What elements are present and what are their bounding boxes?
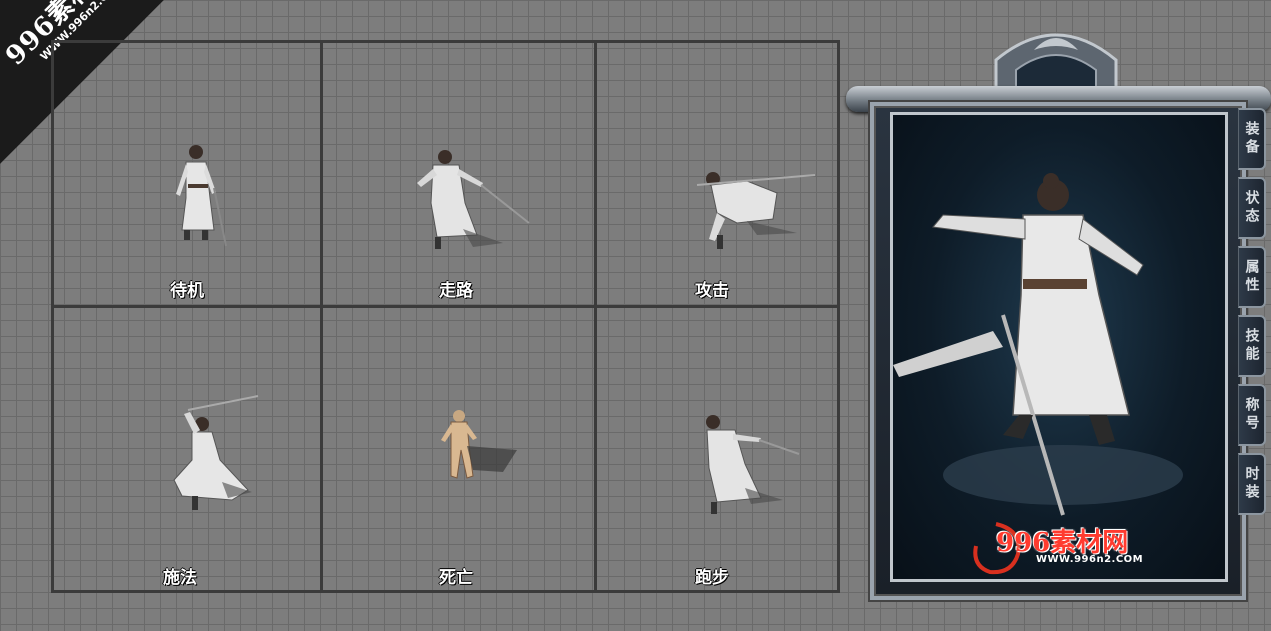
action-cell-idle[interactable]: 待机 [54, 43, 320, 305]
action-cell-walk[interactable]: 走路 [323, 43, 594, 305]
animation-board: 待机 走路 攻击 施法 死亡 跑步 [51, 40, 840, 593]
attack-sprite [696, 172, 816, 249]
cast-sprite [173, 395, 259, 510]
brand-logo: 996素材网 WWW.996n2.COM [966, 520, 1186, 580]
tab-status[interactable]: 状态 [1238, 177, 1266, 239]
action-cell-cast[interactable]: 施法 [54, 308, 320, 593]
tab-skills[interactable]: 技能 [1238, 315, 1266, 377]
action-label-die: 死亡 [439, 568, 473, 588]
action-label-idle: 待机 [170, 281, 204, 301]
action-label-attack: 攻击 [695, 281, 729, 301]
action-cell-attack[interactable]: 攻击 [597, 43, 840, 305]
action-label-walk: 走路 [439, 281, 473, 301]
tab-fashion[interactable]: 时装 [1238, 453, 1266, 515]
action-label-cast: 施法 [163, 568, 197, 588]
tab-titles[interactable]: 称号 [1238, 384, 1266, 446]
logo-url-text: WWW.996n2.COM [1036, 554, 1144, 565]
character-portrait [890, 112, 1228, 582]
idle-sprite [176, 145, 227, 247]
action-label-run: 跑步 [695, 568, 729, 588]
panel-tab-bar: 装备 状态 属性 技能 称号 时装 [1238, 108, 1268, 522]
action-cell-die[interactable]: 死亡 [323, 308, 594, 593]
tab-equipment[interactable]: 装备 [1238, 108, 1266, 170]
run-sprite [706, 415, 800, 514]
character-panel: 装备 状态 属性 技能 称号 时装 996素材网 WWW.996n2.COM [846, 20, 1271, 600]
walk-sprite [417, 150, 530, 249]
tab-attributes[interactable]: 属性 [1238, 246, 1266, 308]
die-sprite [441, 410, 517, 479]
character-figure [893, 173, 1183, 516]
action-cell-run[interactable]: 跑步 [597, 308, 840, 593]
